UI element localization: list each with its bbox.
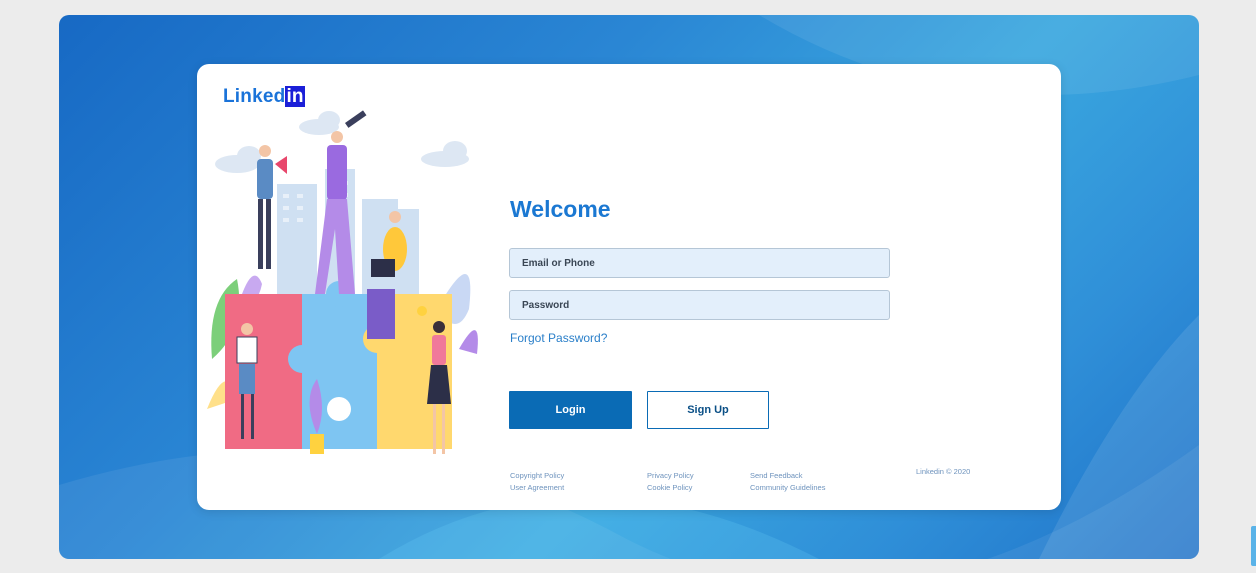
signup-button[interactable]: Sign Up xyxy=(647,391,769,429)
welcome-heading: Welcome xyxy=(510,196,611,222)
copyright-text: Linkedin © 2020 xyxy=(916,467,971,476)
logo-text: Linked xyxy=(223,86,286,107)
linkedin-logo[interactable]: Linkedin xyxy=(223,86,305,108)
community-guidelines-link[interactable]: Community Guidelines xyxy=(750,482,825,494)
footer-links-col2: Privacy Policy Cookie Policy xyxy=(647,470,694,494)
footer-links-col3: Send Feedback Community Guidelines xyxy=(750,470,825,494)
forgot-password-link[interactable]: Forgot Password? xyxy=(510,331,607,345)
privacy-policy-link[interactable]: Privacy Policy xyxy=(647,470,694,482)
footer-links-col1: Copyright Policy User Agreement xyxy=(510,470,564,494)
teamwork-puzzle-illustration xyxy=(207,110,478,454)
logo-badge: in xyxy=(285,86,305,107)
user-agreement-link[interactable]: User Agreement xyxy=(510,482,564,494)
email-field[interactable] xyxy=(509,248,890,278)
side-scroll-tab[interactable] xyxy=(1251,526,1256,566)
login-card: Linkedin Welcome Email or Phone Forgot P… xyxy=(197,64,1061,510)
background-panel: Linkedin Welcome Email or Phone Forgot P… xyxy=(59,15,1199,559)
login-button[interactable]: Login xyxy=(509,391,632,429)
copyright-policy-link[interactable]: Copyright Policy xyxy=(510,470,564,482)
send-feedback-link[interactable]: Send Feedback xyxy=(750,470,825,482)
cookie-policy-link[interactable]: Cookie Policy xyxy=(647,482,694,494)
password-field[interactable] xyxy=(509,290,890,320)
